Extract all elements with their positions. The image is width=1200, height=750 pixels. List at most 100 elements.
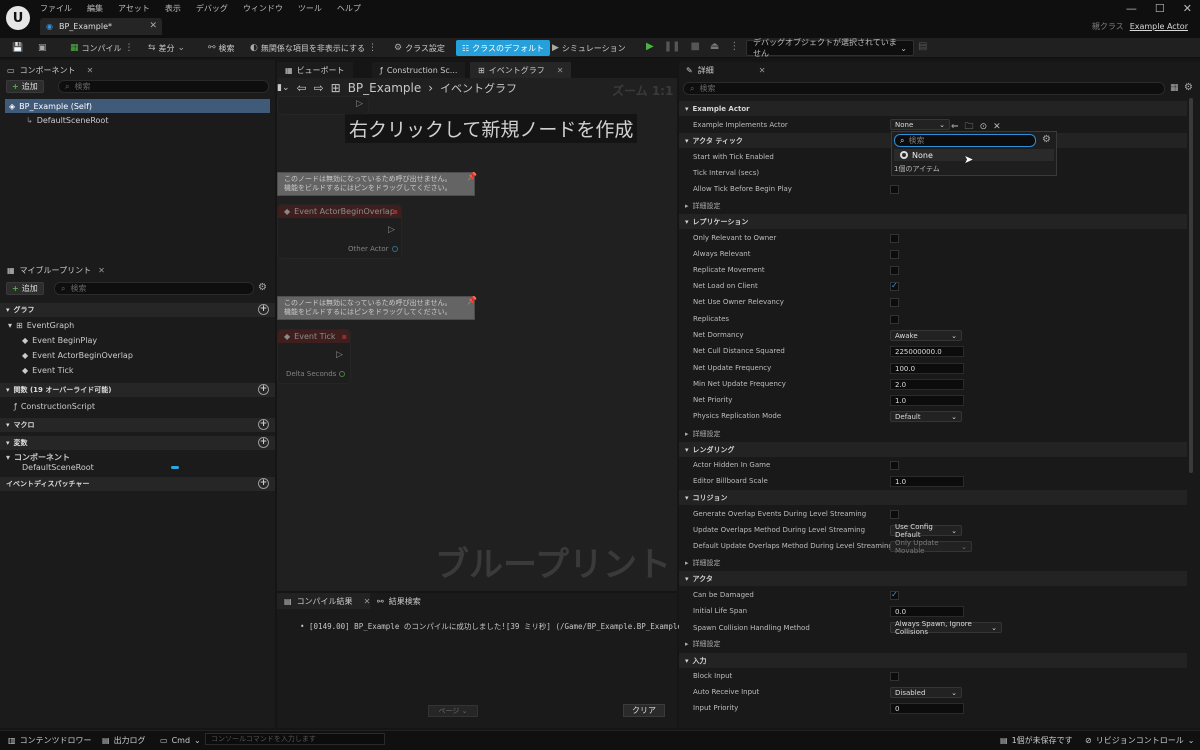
allow-tick-checkbox[interactable] xyxy=(890,185,899,194)
play-icon[interactable]: ▶ xyxy=(646,41,654,52)
billboard-scale-input[interactable]: 1.0 xyxy=(890,476,964,487)
construction-script-item[interactable]: ƒ ConstructionScript xyxy=(14,402,95,411)
details-scrollbar[interactable] xyxy=(1189,98,1193,473)
cmd-select[interactable]: ▭ Cmd ⌄ xyxy=(160,733,201,747)
menu-window[interactable]: ウィンドウ xyxy=(243,3,283,14)
close-icon[interactable]: ✕ xyxy=(759,66,766,75)
revision-control-button[interactable]: ⊘ リビジョンコントロール ⌄ xyxy=(1085,733,1194,747)
debug-object-select[interactable]: デバッグオブジェクトが選択されていません ⌄ xyxy=(746,38,914,58)
event-graph-item[interactable]: ▾ ⊞ EventGraph xyxy=(8,321,74,330)
class-defaults-button[interactable]: ☷ クラスのデフォルト xyxy=(456,40,551,56)
output-log-button[interactable]: ▤ 出力ログ xyxy=(102,733,146,747)
net-dormancy-select[interactable]: Awake ⌄ xyxy=(890,330,962,341)
update-overlap-select[interactable]: Use Config Default ⌄ xyxy=(890,523,962,539)
close-icon[interactable]: ✕ xyxy=(87,66,94,75)
compile-results-tab[interactable]: ▤ コンパイル結果 ✕ xyxy=(277,593,371,609)
tab-construction-script[interactable]: ƒ Construction Sc... xyxy=(372,62,466,78)
net-update-input[interactable]: 100.0 xyxy=(890,363,964,374)
forward-arrow-icon[interactable]: ⇨ xyxy=(314,81,324,95)
pin-other-actor[interactable]: Other Actor xyxy=(348,245,398,253)
more-icon[interactable]: ⋮ xyxy=(368,43,377,53)
diff-button[interactable]: ⇆ 差分 ⌄ xyxy=(148,40,185,56)
add-macro-icon[interactable]: + xyxy=(258,419,269,430)
implements-actor-select[interactable]: None ⌄ xyxy=(890,119,950,130)
exec-pin-icon[interactable]: ▷ xyxy=(388,225,395,235)
menu-edit[interactable]: 編集 xyxy=(87,3,103,14)
block-input-checkbox[interactable] xyxy=(890,672,899,681)
category-macros[interactable]: ▾ マクロ + xyxy=(0,418,275,432)
add-member-button[interactable]: + 追加 xyxy=(6,282,44,295)
components-search-input[interactable]: ⌕ 検索 xyxy=(58,80,269,93)
can-be-damaged-checkbox[interactable] xyxy=(890,590,899,600)
only-relevant-checkbox[interactable] xyxy=(890,234,899,243)
event-item[interactable]: ◆ Event Tick xyxy=(22,366,74,375)
menu-asset[interactable]: アセット xyxy=(118,3,150,14)
class-settings-button[interactable]: ⚙ クラス設定 xyxy=(394,40,445,56)
menu-view[interactable]: 表示 xyxy=(165,3,181,14)
advanced-toggle[interactable]: ▸ 詳細設定 xyxy=(679,198,1187,213)
category-functions[interactable]: ▾ 関数 (19 オーバーライド可能) + xyxy=(0,383,275,397)
unreal-logo-icon[interactable]: U xyxy=(6,6,30,30)
spawn-collision-select[interactable]: Always Spawn, Ignore Collisions ⌄ xyxy=(890,620,1002,636)
generate-overlap-checkbox[interactable] xyxy=(890,510,899,519)
always-relevant-checkbox[interactable] xyxy=(890,250,899,259)
page-select[interactable]: ページ ⌄ xyxy=(428,705,478,717)
gear-icon[interactable]: ⚙ xyxy=(1184,82,1193,93)
bookmark-icon[interactable]: ▮⌄ xyxy=(277,83,290,93)
breadcrumb-graph[interactable]: イベントグラフ xyxy=(440,80,517,96)
close-window-icon[interactable]: ✕ xyxy=(1183,2,1192,15)
event-tick-node[interactable]: ◆ Event Tick ▪ ▷ Delta Seconds xyxy=(277,329,351,384)
components-subcategory[interactable]: ▾ コンポーネント xyxy=(6,452,70,463)
debug-filter-icon[interactable]: ▤ xyxy=(918,41,927,52)
eject-icon[interactable]: ⏏ xyxy=(710,41,719,52)
find-button[interactable]: ⚯ 検索 xyxy=(208,40,235,56)
gear-icon[interactable]: ⚙ xyxy=(1042,134,1051,145)
gear-icon[interactable]: ⚙ xyxy=(258,282,267,293)
pin-icon[interactable]: 📌 xyxy=(467,296,477,305)
parent-class-link[interactable]: Example Actor xyxy=(1130,22,1188,31)
advanced-toggle[interactable]: ▸ 詳細設定 xyxy=(679,426,1187,441)
category-rendering[interactable]: ▾ レンダリング xyxy=(679,442,1187,457)
back-arrow-icon[interactable]: ⇦ xyxy=(297,81,307,95)
hide-unrelated-button[interactable]: ◐ 無関係な項目を非表示にする ⋮ xyxy=(250,40,377,56)
stop-icon[interactable]: ■ xyxy=(690,41,699,52)
pin-delta-seconds[interactable]: Delta Seconds xyxy=(286,370,346,378)
category-variables[interactable]: ▾ 変数 + xyxy=(0,436,275,450)
blueprint-search-input[interactable]: ⌕ 検索 xyxy=(54,282,254,295)
net-cull-input[interactable]: 225000000.0 xyxy=(890,346,964,357)
menu-tools[interactable]: ツール xyxy=(298,3,322,14)
close-icon[interactable]: ✕ xyxy=(98,266,105,275)
net-priority-input[interactable]: 1.0 xyxy=(890,395,964,406)
category-example-actor[interactable]: ▾ Example Actor xyxy=(679,101,1187,116)
details-search-input[interactable]: ⌕ 検索 xyxy=(683,82,1165,95)
compile-button[interactable]: ▦ コンパイル ⋮ xyxy=(70,40,134,56)
components-tab[interactable]: ▭ コンポーネント ✕ xyxy=(0,62,93,78)
tab-viewport[interactable]: ▦ ビューポート xyxy=(277,62,353,78)
pause-icon[interactable]: ❚❚ xyxy=(664,41,681,52)
add-variable-icon[interactable]: + xyxy=(258,437,269,448)
details-tab[interactable]: ✎ 詳細 ✕ xyxy=(679,62,765,78)
exec-pin-icon[interactable]: ▷ xyxy=(356,99,363,109)
category-collision[interactable]: ▾ コリジョン xyxy=(679,490,1187,505)
console-input[interactable]: コンソールコマンドを入力します xyxy=(205,733,385,745)
begin-play-node[interactable]: ▷ xyxy=(277,96,369,115)
pin-icon[interactable]: 📌 xyxy=(467,172,477,181)
popup-search-input[interactable]: ⌕ 検索 xyxy=(894,134,1036,147)
event-item[interactable]: ◆ Event BeginPlay xyxy=(22,336,97,345)
add-dispatcher-icon[interactable]: + xyxy=(258,478,269,489)
close-icon[interactable]: ✕ xyxy=(557,66,564,75)
category-graphs[interactable]: ▾ グラフ + xyxy=(0,303,275,317)
delegate-pin-icon[interactable]: ▪ xyxy=(342,332,347,341)
category-replication[interactable]: ▾ レプリケーション xyxy=(679,214,1187,229)
maximize-icon[interactable]: ☐ xyxy=(1155,2,1165,15)
component-root-item[interactable]: ↳ DefaultSceneRoot xyxy=(26,116,108,125)
replicate-movement-checkbox[interactable] xyxy=(890,266,899,275)
add-function-icon[interactable]: + xyxy=(258,384,269,395)
category-actor[interactable]: ▾ アクタ xyxy=(679,571,1187,586)
minimize-icon[interactable]: — xyxy=(1126,2,1137,15)
find-results-tab[interactable]: ⚯ 結果検索 xyxy=(370,593,421,609)
menu-debug[interactable]: デバッグ xyxy=(196,3,228,14)
category-dispatchers[interactable]: イベントディスパッチャー + xyxy=(0,477,275,491)
component-variable-item[interactable]: DefaultSceneRoot xyxy=(22,463,94,472)
my-blueprint-tab[interactable]: ▦ マイブループリント ✕ xyxy=(0,262,105,278)
